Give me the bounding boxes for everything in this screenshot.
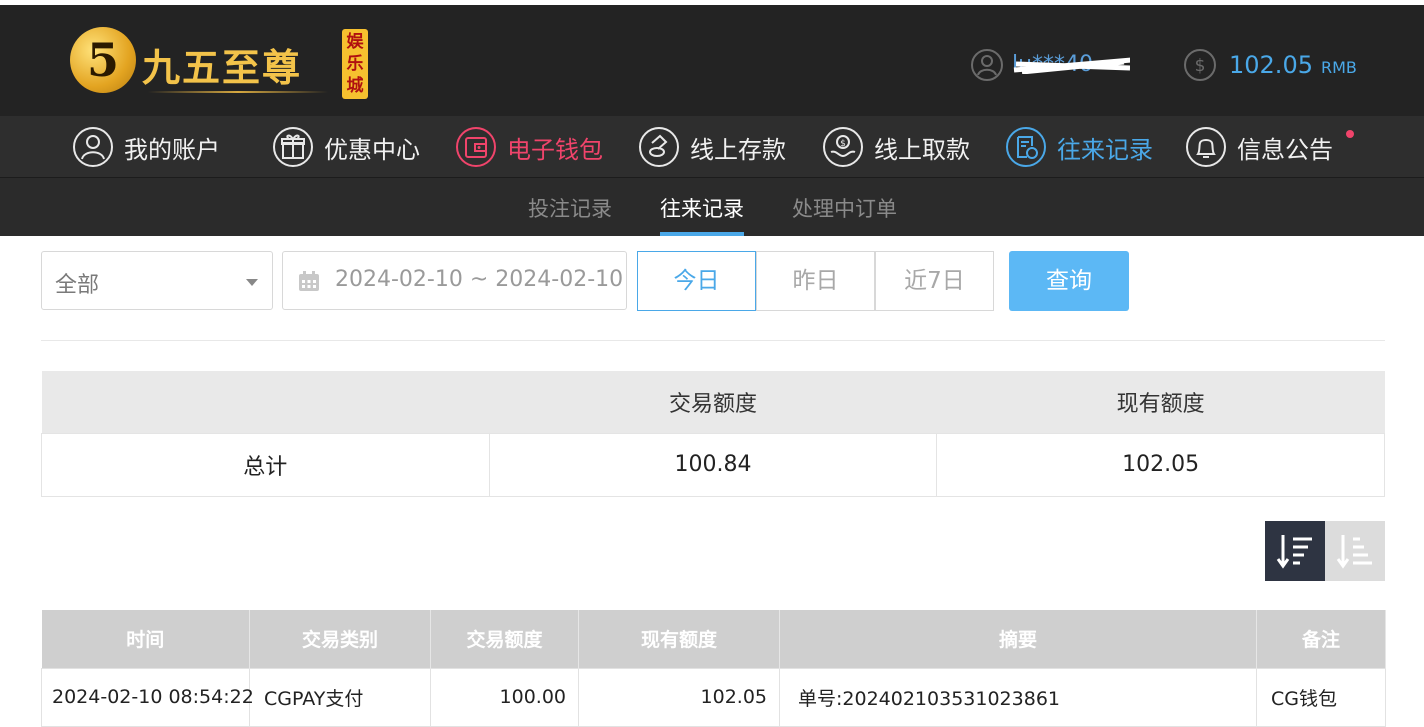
select-value: 全部 — [55, 273, 100, 298]
wallet-balance: $ 102.05 RMB — [1183, 45, 1357, 85]
summary-header-cell — [41, 371, 490, 433]
column-header[interactable]: 交易类别 — [249, 610, 431, 668]
user-icon — [971, 49, 1003, 81]
column-header[interactable]: 现有额度 — [578, 610, 780, 668]
redaction-scribble — [1013, 57, 1130, 74]
summary-header-cell: 现有额度 — [936, 371, 1385, 433]
logo-mark: 5 — [70, 27, 136, 93]
summary-cell: 总计 — [41, 432, 490, 497]
nav-online-deposit[interactable]: 线上存款 — [638, 125, 786, 169]
main-nav: 我的账户 优惠中心 电子钱包 线上存款 $ 线上取款 往来记录 信息公告 — [0, 116, 1424, 178]
nav-announcements[interactable]: 信息公告 — [1185, 125, 1333, 169]
notification-dot — [1346, 130, 1354, 138]
divider — [41, 340, 1385, 341]
cell-note: CG钱包 — [1256, 667, 1386, 727]
gift-icon — [273, 127, 313, 167]
nav-label: 我的账户 — [124, 135, 220, 164]
wallet-icon — [456, 127, 496, 167]
today-button[interactable]: 今日 — [637, 251, 756, 311]
nav-my-account[interactable]: 我的账户 — [72, 125, 220, 169]
cell-summary: 单号:20240210353102386​1 — [779, 667, 1257, 727]
tab-transaction-records[interactable]: 往来记录 — [660, 193, 744, 223]
last-7-days-button[interactable]: 近7日 — [875, 251, 994, 311]
records-header-row: 时间 交易类别 交易额度 现有额度 摘要 备注 — [41, 610, 1386, 668]
sort-descending-icon — [1276, 535, 1312, 569]
records-table: 时间 交易类别 交易额度 现有额度 摘要 备注 2024-02-10 08:54… — [41, 610, 1386, 727]
cell-type: CGPAY支付 — [249, 667, 431, 727]
sub-nav: 投注记录 往来记录 处理中订单 — [0, 178, 1424, 236]
cell-amount: 100.00 — [430, 667, 579, 727]
cell-balance: 102.05 — [578, 667, 780, 727]
top-header: 5 九五至尊 娱乐城 lu***40 $ 102.05 RMB — [0, 0, 1424, 116]
logo-ornament — [148, 91, 328, 93]
summary-table: 交易额度 现有额度 总计 100.84 102.05 — [41, 371, 1385, 497]
nav-label: 线上存款 — [690, 135, 786, 164]
column-header[interactable]: 时间 — [41, 610, 250, 668]
summary-cell: 102.05 — [936, 432, 1385, 497]
active-tab-indicator — [660, 232, 744, 236]
nav-label: 往来记录 — [1057, 135, 1153, 164]
tab-bet-records[interactable]: 投注记录 — [528, 193, 612, 223]
withdraw-icon: $ — [823, 127, 863, 167]
brand-logo[interactable]: 5 九五至尊 娱乐城 — [70, 25, 370, 105]
svg-text:$: $ — [1195, 56, 1206, 76]
column-header[interactable]: 备注 — [1256, 610, 1386, 668]
balance-currency: RMB — [1320, 57, 1357, 77]
nav-label: 信息公告 — [1237, 135, 1333, 164]
brand-name: 九五至尊 — [142, 45, 303, 90]
nav-online-withdraw[interactable]: $ 线上取款 — [822, 125, 970, 169]
nav-label: 线上取款 — [874, 135, 970, 164]
deposit-icon — [639, 127, 679, 167]
nav-label: 优惠中心 — [324, 135, 420, 164]
column-header[interactable]: 摘要 — [779, 610, 1257, 668]
nav-promotions[interactable]: 优惠中心 — [272, 125, 420, 169]
dollar-icon: $ — [1184, 49, 1216, 81]
table-row[interactable]: 2024-02-10 08:54:22 CGPAY支付 100.00 102.0… — [41, 667, 1386, 727]
balance-amount: 102.05 — [1229, 51, 1313, 79]
nav-e-wallet[interactable]: 电子钱包 — [455, 125, 603, 169]
sort-ascending-icon — [1336, 535, 1372, 569]
nav-label: 电子钱包 — [507, 135, 603, 164]
user-account[interactable]: lu***40 — [970, 45, 1130, 85]
svg-text:$: $ — [840, 139, 846, 149]
nav-transaction-records[interactable]: 往来记录 — [1005, 125, 1153, 169]
user-icon — [73, 127, 113, 167]
username: lu***40 — [1012, 50, 1130, 80]
records-icon — [1006, 127, 1046, 167]
summary-header-cell: 交易额度 — [489, 371, 937, 433]
tab-pending-orders[interactable]: 处理中订单 — [792, 193, 897, 223]
transaction-type-select[interactable]: 全部 — [41, 251, 273, 310]
sort-ascending-button[interactable] — [1325, 521, 1385, 581]
search-button[interactable]: 查询 — [1009, 251, 1129, 311]
brand-badge: 娱乐城 — [342, 29, 368, 99]
cell-time: 2024-02-10 08:54:22 — [41, 667, 254, 727]
summary-header-row: 交易额度 现有额度 — [41, 371, 1385, 433]
column-header[interactable]: 交易额度 — [430, 610, 579, 668]
date-range-value: 2024-02-10 ~ 2024-02-10 — [335, 267, 624, 292]
sort-descending-button[interactable] — [1265, 521, 1325, 581]
summary-cell: 100.84 — [488, 432, 938, 497]
date-range-input[interactable]: 2024-02-10 ~ 2024-02-10 — [282, 251, 627, 310]
summary-total-row: 总计 100.84 102.05 — [41, 432, 1385, 497]
yesterday-button[interactable]: 昨日 — [756, 251, 875, 311]
calendar-icon — [299, 271, 319, 291]
chevron-down-icon — [246, 279, 258, 286]
bell-icon — [1186, 127, 1226, 167]
